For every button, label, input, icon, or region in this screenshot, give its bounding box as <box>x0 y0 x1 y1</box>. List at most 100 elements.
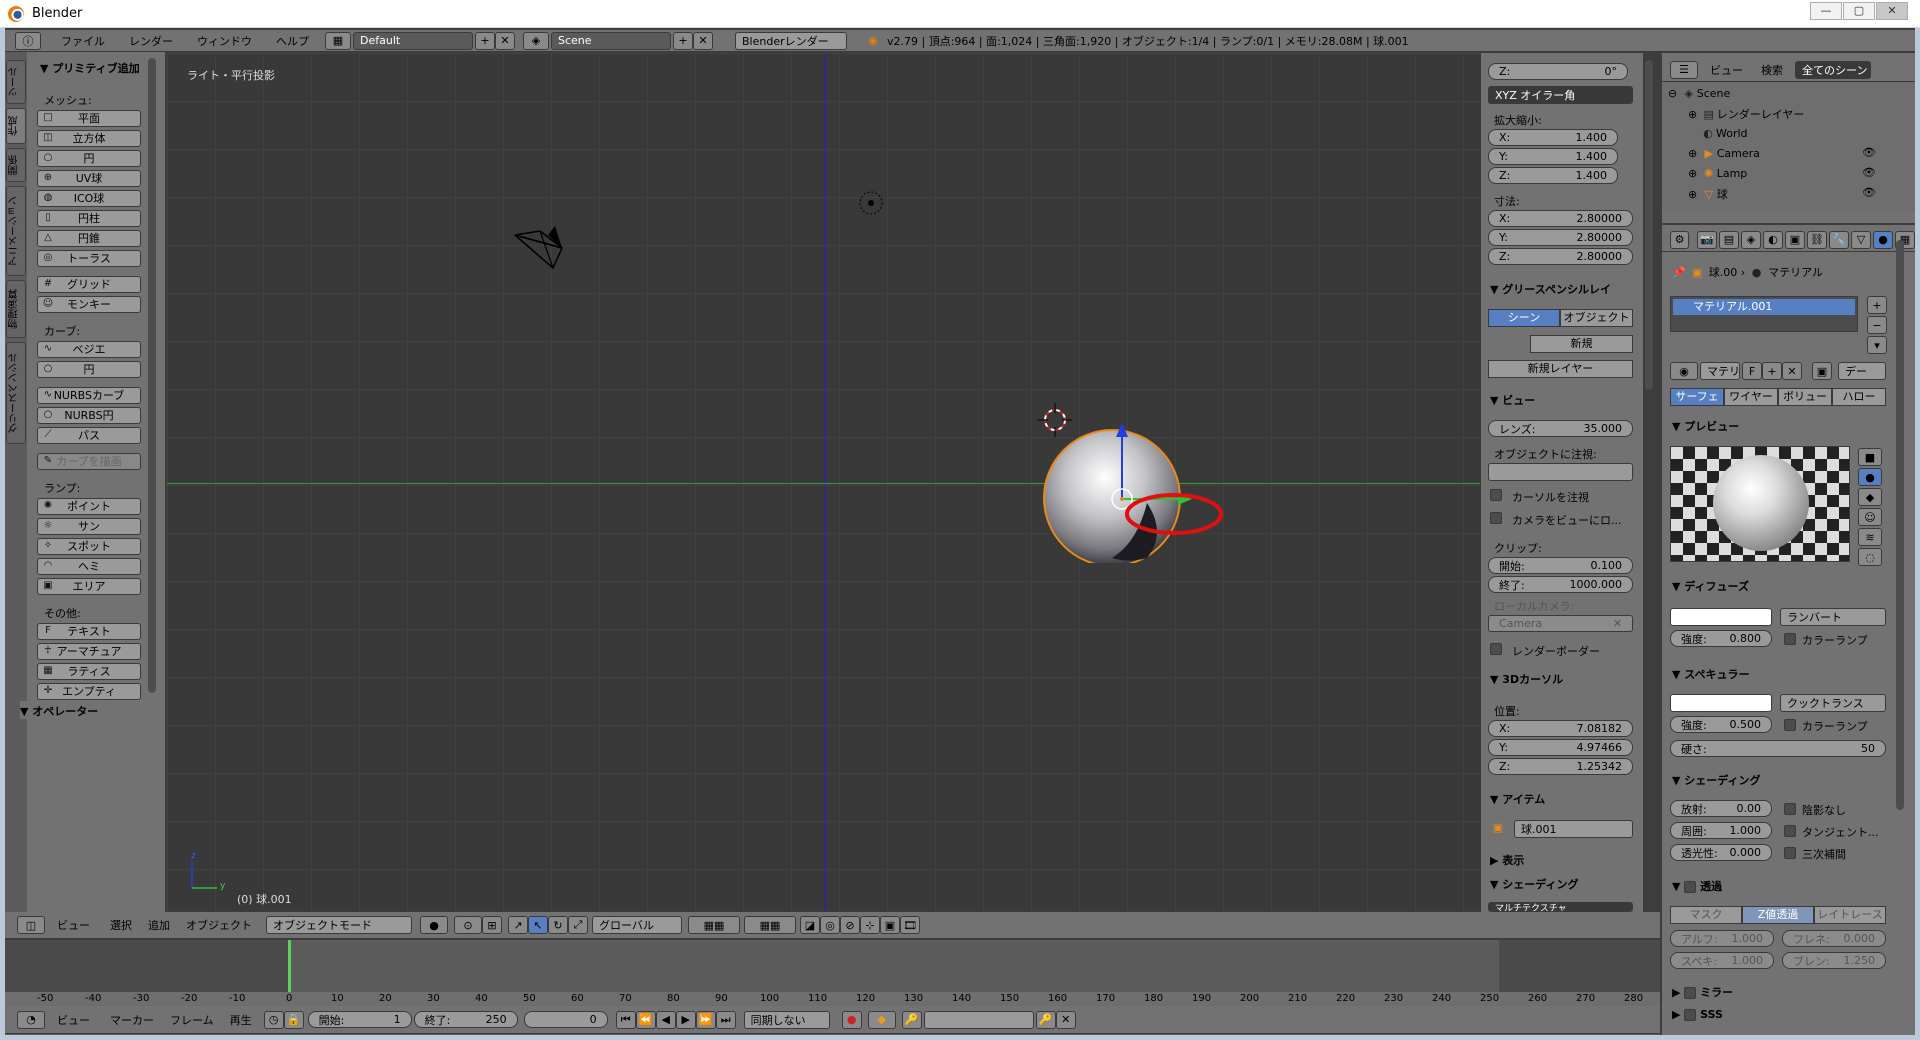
add-scene-button[interactable]: + <box>673 31 693 50</box>
raytrace-tab[interactable]: レイトレース <box>1814 906 1886 924</box>
grease-pencil-header[interactable]: ▼ グリースペンシルレイ <box>1490 281 1611 297</box>
clear-camera-icon[interactable]: ✕ <box>1613 617 1622 630</box>
scale-y-field[interactable]: Y: 1.400 <box>1488 148 1618 165</box>
remove-layout-button[interactable]: ✕ <box>495 31 515 50</box>
material-shading-header[interactable]: ▼ シェーディング <box>1672 772 1761 788</box>
preview-sky-icon[interactable]: ◌ <box>1858 548 1882 566</box>
add-lattice-button[interactable]: ▦ ラティス <box>37 663 141 680</box>
scene-field[interactable]: Scene <box>551 31 671 50</box>
add-sun-lamp-button[interactable]: ☼ サン <box>37 518 141 535</box>
fresnel-field[interactable]: フレネ: 0.000 <box>1782 930 1886 947</box>
next-keyframe-icon[interactable]: ⏩ <box>695 1010 716 1029</box>
cubic-checkbox[interactable] <box>1784 847 1796 859</box>
timeline-editor-icon[interactable]: ◔ <box>17 1010 45 1029</box>
keyframe-type-icon[interactable]: 🔑 <box>901 1010 922 1029</box>
outliner-editor-icon[interactable]: ☰ <box>1670 60 1698 79</box>
surface-tab[interactable]: サーフェ <box>1670 388 1724 406</box>
preview-hair-icon[interactable]: ≋ <box>1858 528 1882 546</box>
outliner-search-menu[interactable]: 検索 <box>1755 62 1789 78</box>
add-ico-sphere-button[interactable]: ◍ ICO球 <box>37 190 141 207</box>
current-frame-field[interactable]: 0 <box>523 1011 608 1028</box>
shading-header[interactable]: ▼ シェーディング <box>1490 876 1579 892</box>
sync-mode-dropdown[interactable]: 同期しない <box>743 1010 830 1029</box>
snap-magnet-icon[interactable]: ⊘ <box>840 916 860 934</box>
add-area-lamp-button[interactable]: ▣ エリア <box>37 578 141 595</box>
timeline-frame-menu[interactable]: フレーム <box>162 1012 222 1028</box>
cursor-z-field[interactable]: Z: 1.25342 <box>1488 758 1633 775</box>
mask-tab[interactable]: マスク <box>1670 906 1742 924</box>
translate-manipulator-icon[interactable]: ↗ <box>508 916 528 934</box>
add-layout-button[interactable]: + <box>475 31 495 50</box>
outliner-filter-dropdown[interactable]: 全てのシーン <box>1795 60 1871 79</box>
add-torus-button[interactable]: ◎ トーラス <box>37 250 141 267</box>
object-context-icon[interactable]: ▣ <box>1785 230 1805 249</box>
lamp-visibility-eye-icon[interactable]: 👁 <box>1862 166 1876 179</box>
scale-z-field[interactable]: Z: 1.400 <box>1488 167 1618 184</box>
current-frame-indicator[interactable] <box>288 940 291 992</box>
play-icon[interactable]: ▶ <box>675 1010 696 1029</box>
cursor-y-field[interactable]: Y: 4.97466 <box>1488 739 1633 756</box>
add-bezier-circle-button[interactable]: ○ 円 <box>37 361 141 378</box>
layer-buttons-a[interactable]: ▦▦ <box>688 916 740 934</box>
jump-end-icon[interactable]: ⏭ <box>715 1010 736 1029</box>
specular-color-swatch[interactable] <box>1670 694 1772 712</box>
outliner-item-lamp[interactable]: ⊕ ✺ Lamp <box>1688 166 1747 182</box>
render-border-checkbox[interactable] <box>1490 643 1502 655</box>
close-button[interactable]: ✕ <box>1876 2 1908 20</box>
lock-cursor-checkbox[interactable] <box>1490 489 1502 501</box>
cursor-x-field[interactable]: X: 7.08182 <box>1488 720 1633 737</box>
move-manipulator-icon[interactable]: ↖ <box>528 916 548 934</box>
properties-editor-icon[interactable]: ⚙ <box>1670 230 1689 249</box>
rotation-z-field[interactable]: Z: 0° <box>1488 63 1628 80</box>
proportional-edit-icon[interactable]: ◎ <box>820 916 840 934</box>
halo-tab[interactable]: ハロー <box>1832 388 1886 406</box>
add-armature-button[interactable]: ☥ アーマチュア <box>37 643 141 660</box>
rotation-mode-dropdown[interactable]: XYZ オイラー角 <box>1488 86 1633 104</box>
tangent-checkbox[interactable] <box>1784 825 1796 837</box>
fake-user-button[interactable]: F <box>1742 362 1762 380</box>
opengl-render-icon[interactable]: ▣ <box>880 916 900 934</box>
translucency-field[interactable]: 透光性: 0.000 <box>1670 844 1772 861</box>
dimension-x-field[interactable]: X: 2.80000 <box>1488 210 1633 227</box>
add-monkey-button[interactable]: ☺ モンキー <box>37 296 141 313</box>
specular-intensity-field[interactable]: 強度: 0.500 <box>1670 716 1772 733</box>
add-nurbs-curve-button[interactable]: ∿ NURBSカーブ <box>37 387 141 404</box>
node-material-button[interactable]: ▣ <box>1812 362 1832 380</box>
emit-field[interactable]: 放射: 0.00 <box>1670 800 1772 817</box>
add-empty-button[interactable]: ✛ エンプティ <box>37 683 141 700</box>
preview-range-icon[interactable]: ◷ <box>263 1010 284 1029</box>
clip-end-field[interactable]: 終了: 1000.000 <box>1488 576 1633 593</box>
active-keying-set-field[interactable] <box>923 1010 1034 1029</box>
preview-flat-icon[interactable]: ■ <box>1858 448 1882 466</box>
specular-shader-dropdown[interactable]: クックトランス <box>1780 694 1886 712</box>
transparency-checkbox[interactable] <box>1684 881 1697 893</box>
display-header[interactable]: ▶ 表示 <box>1490 852 1524 868</box>
3d-cursor-header[interactable]: ▼ 3Dカーソル <box>1490 671 1563 687</box>
specular-header[interactable]: ▼ スペキュラー <box>1672 666 1750 682</box>
diffuse-shader-dropdown[interactable]: ランバート <box>1780 608 1886 626</box>
menu-file[interactable]: ファイル <box>49 33 117 49</box>
render-engine-dropdown[interactable]: Blenderレンダー <box>735 31 847 50</box>
view-header[interactable]: ▼ ビュー <box>1490 392 1535 408</box>
grease-new-button[interactable]: 新規 <box>1530 335 1633 353</box>
viewport-object-menu[interactable]: オブジェクト <box>178 917 260 933</box>
z-transparency-tab[interactable]: Z値透過 <box>1742 906 1814 924</box>
prev-keyframe-icon[interactable]: ⏪ <box>635 1010 656 1029</box>
sss-checkbox[interactable] <box>1684 1009 1697 1021</box>
outliner-item-sphere[interactable]: ⊕ ▽ 球 <box>1688 186 1728 203</box>
lock-range-icon[interactable]: 🔒 <box>283 1010 304 1029</box>
dimension-z-field[interactable]: Z: 2.80000 <box>1488 248 1633 265</box>
camera-visibility-eye-icon[interactable]: 👁 <box>1862 146 1876 159</box>
add-slot-button[interactable]: + <box>1867 296 1887 314</box>
lock-object-field[interactable] <box>1488 463 1633 481</box>
timeline-view-menu[interactable]: ビュー <box>45 1012 102 1028</box>
menu-help[interactable]: ヘルプ <box>264 33 321 49</box>
timeline-marker-menu[interactable]: マーカー <box>102 1012 162 1028</box>
preview-sphere-icon[interactable]: ● <box>1858 468 1882 486</box>
render-layer-lock-icon[interactable]: ◪ <box>800 916 820 934</box>
grease-object-tab[interactable]: オブジェクト <box>1560 309 1633 327</box>
item-name-field[interactable]: 球.001 <box>1514 820 1633 838</box>
tab-physics[interactable]: 物理演算 <box>6 280 26 338</box>
world-context-icon[interactable]: ◐ <box>1763 230 1783 249</box>
dimension-y-field[interactable]: Y: 2.80000 <box>1488 229 1633 246</box>
